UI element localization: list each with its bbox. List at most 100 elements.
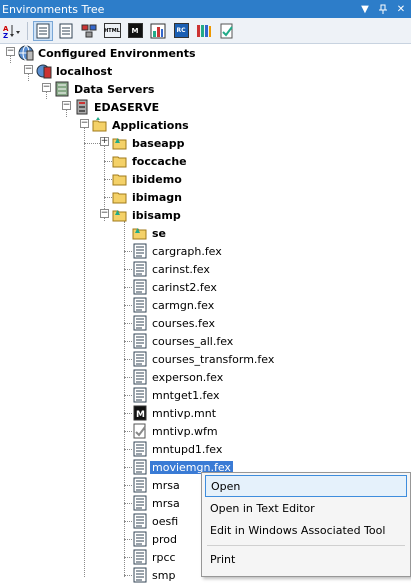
collapse-toggle[interactable]: − [62, 101, 71, 110]
menu-item-edit-associated-tool[interactable]: Edit in Windows Associated Tool [205, 519, 407, 541]
tree-node-label: mntivp.wfm [152, 424, 218, 438]
panel-title-bar: Environments Tree ▼ ✕ [0, 0, 411, 18]
tree-node-label: oesfi [152, 514, 179, 528]
tree-node-file[interactable]: prod [132, 530, 177, 548]
menu-item-label: Edit in Windows Associated Tool [210, 523, 386, 537]
tree-node-data-servers[interactable]: Data Servers [54, 80, 154, 98]
tree-node-edaserve[interactable]: EDASERVE [74, 98, 159, 116]
folder-icon [112, 189, 128, 205]
tree-line [124, 287, 132, 288]
sort-button[interactable]: AZ [2, 21, 22, 41]
fex-file-icon [132, 333, 148, 349]
fex-file-icon [132, 459, 148, 475]
close-icon[interactable]: ✕ [393, 1, 409, 17]
fex-file-icon [132, 315, 148, 331]
tree-line [124, 557, 132, 558]
data-servers-icon [54, 81, 70, 97]
tree-node-file[interactable]: mrsa [132, 476, 180, 494]
tree-node-label: Applications [112, 118, 189, 132]
tree-node-ibimagn[interactable]: ibimagn [112, 188, 182, 206]
tree-line [124, 575, 132, 576]
tree-node-file[interactable]: oesfi [132, 512, 178, 530]
tree-node-file[interactable]: experson.fex [132, 368, 223, 386]
tree-node-file[interactable]: carinst2.fex [132, 278, 217, 296]
tree-line [124, 221, 125, 577]
tree-node-label: ibisamp [132, 208, 181, 222]
server-icon [36, 63, 52, 79]
network-view-button[interactable] [79, 21, 99, 41]
toolbar: AZ HTML M RC [0, 18, 411, 44]
fex-file-icon [132, 387, 148, 403]
tree-node-label: carinst.fex [152, 262, 210, 276]
tree-node-file[interactable]: mntivp.wfm [132, 422, 218, 440]
pin-icon[interactable] [375, 1, 391, 17]
open-folder-icon [92, 117, 108, 133]
context-menu: Open Open in Text Editor Edit in Windows… [201, 472, 411, 577]
collapse-toggle[interactable]: − [6, 47, 15, 56]
fex-file-icon [132, 531, 148, 547]
tree-node-foccache[interactable]: foccache [112, 152, 187, 170]
tree-node-file[interactable]: mntget1.fex [132, 386, 220, 404]
tree-node-file[interactable]: mntupd1.fex [132, 440, 222, 458]
tree-node-se[interactable]: se [132, 224, 166, 242]
app-folder-icon [132, 225, 148, 241]
menu-item-open[interactable]: Open [205, 475, 407, 497]
tree-node-file[interactable]: courses.fex [132, 314, 215, 332]
fex-file-icon [132, 567, 148, 583]
fex-file-icon [132, 369, 148, 385]
check-button[interactable] [217, 21, 237, 41]
tree-node-label: experson.fex [152, 370, 224, 384]
tree-line [84, 123, 85, 577]
tree-node-label: smp [152, 568, 176, 582]
html-button[interactable]: HTML [102, 21, 122, 41]
tree-node-ibisamp[interactable]: ibisamp [112, 206, 181, 224]
fex-file-icon [132, 243, 148, 259]
chart-button[interactable] [148, 21, 168, 41]
tree-node-file[interactable]: cargraph.fex [132, 242, 222, 260]
expand-toggle[interactable]: + [100, 137, 109, 146]
tree-line [124, 305, 132, 306]
collapse-toggle[interactable]: − [24, 65, 33, 74]
tree-node-file[interactable]: carmgn.fex [132, 296, 214, 314]
tree-node-ibidemo[interactable]: ibidemo [112, 170, 182, 188]
menu-item-open-text-editor[interactable]: Open in Text Editor [205, 497, 407, 519]
tree-node-file[interactable]: rpcc [132, 548, 176, 566]
collapse-toggle[interactable]: − [80, 119, 89, 128]
tree-node-applications[interactable]: Applications [92, 116, 189, 134]
tree-node-label: cargraph.fex [152, 244, 222, 258]
collapse-toggle[interactable]: − [100, 209, 109, 218]
tree-node-file[interactable]: courses_all.fex [132, 332, 233, 350]
dropdown-icon[interactable]: ▼ [357, 1, 373, 17]
tree-node-file[interactable]: smp [132, 566, 175, 584]
tree-node-label: baseapp [132, 136, 185, 150]
m-button[interactable]: M [125, 21, 145, 41]
environments-icon [18, 45, 34, 61]
rc-button[interactable]: RC [171, 21, 191, 41]
app-folder-icon [112, 207, 128, 223]
document-view-button[interactable] [56, 21, 76, 41]
app-folder-icon [112, 135, 128, 151]
tree-node-configured[interactable]: Configured Environments [18, 44, 196, 62]
library-button[interactable] [194, 21, 214, 41]
tree-node-label: EDASERVE [94, 100, 160, 114]
tree-line [124, 341, 132, 342]
tree-line [124, 431, 132, 432]
tree-node-baseapp[interactable]: baseapp [112, 134, 184, 152]
tree-node-label: localhost [56, 64, 113, 78]
tree-node-file[interactable]: mrsa [132, 494, 180, 512]
details-view-button[interactable] [33, 20, 53, 41]
tree-line [124, 251, 132, 252]
collapse-toggle[interactable]: − [42, 83, 51, 92]
tree-node-file[interactable]: Mmntivp.mnt [132, 404, 216, 422]
tree-node-label: mntivp.mnt [152, 406, 217, 420]
tree-node-file[interactable]: carinst.fex [132, 260, 210, 278]
menu-separator [207, 545, 405, 546]
tree-line [124, 485, 132, 486]
menu-item-print[interactable]: Print [205, 548, 407, 570]
menu-item-label: Open [211, 479, 241, 493]
tree-node-file[interactable]: courses_transform.fex [132, 350, 274, 368]
tree-line [124, 521, 132, 522]
fex-file-icon [132, 495, 148, 511]
tree-node-localhost[interactable]: localhost [36, 62, 112, 80]
tree-line [124, 269, 132, 270]
